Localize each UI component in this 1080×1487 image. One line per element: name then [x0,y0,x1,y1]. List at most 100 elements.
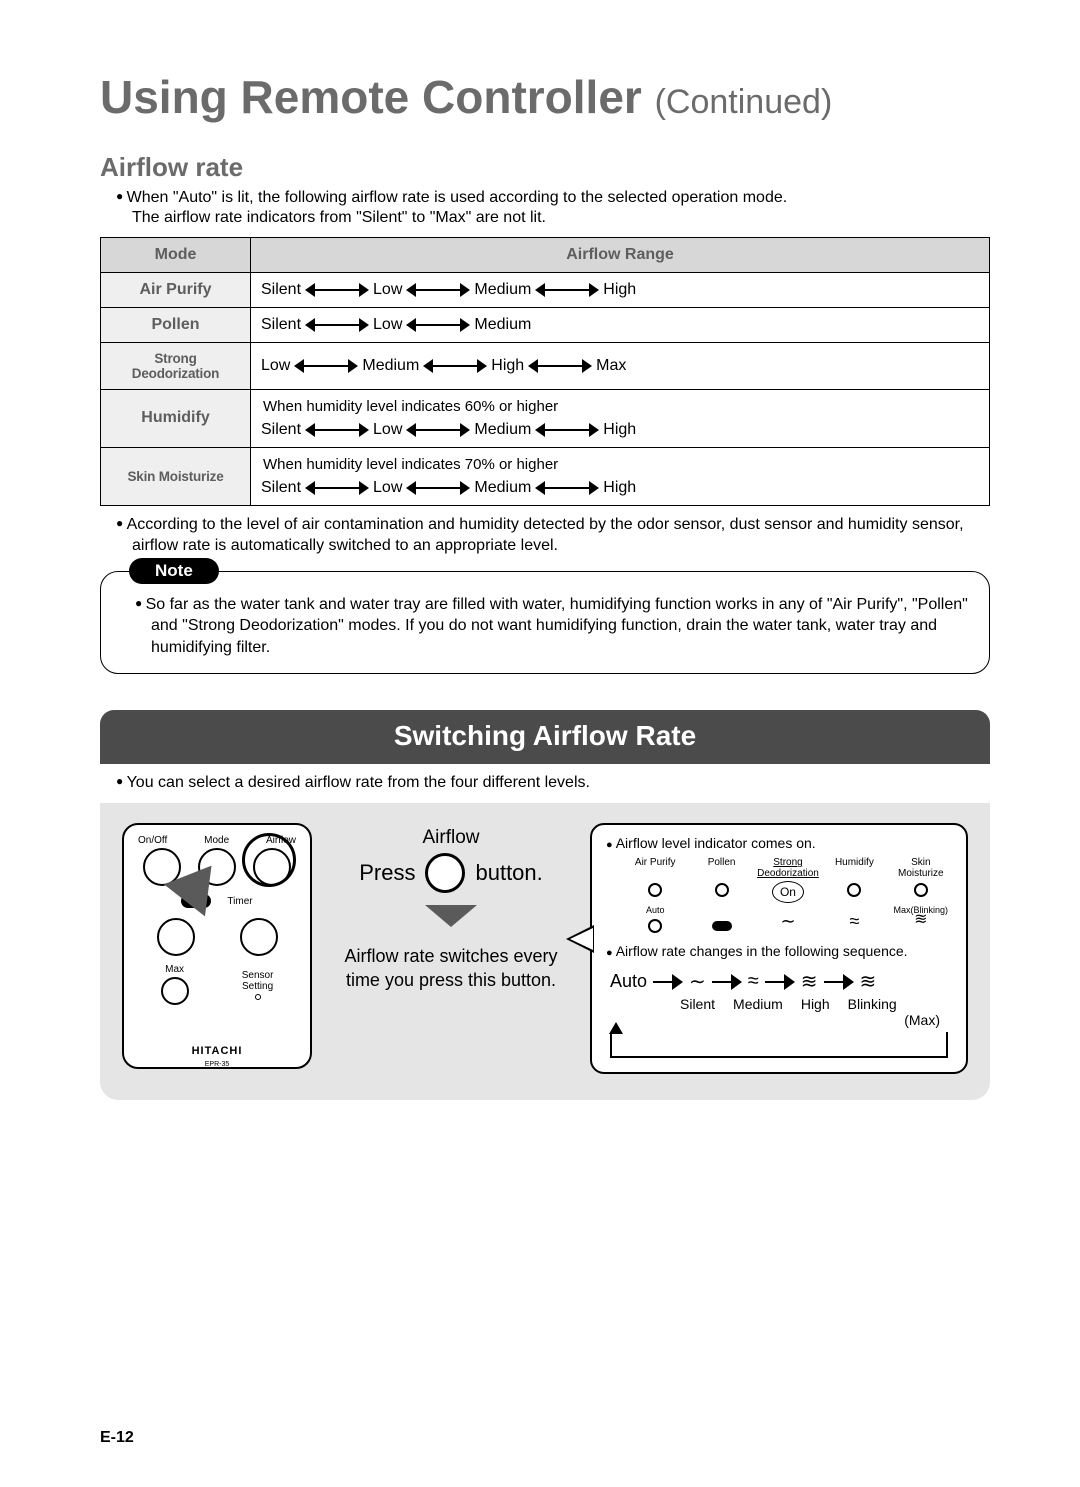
intro-bullet: When "Auto" is lit, the following airflo… [116,187,990,209]
level-label: Medium [474,316,531,334]
level-label: Medium [474,421,531,439]
seq-max: (Max) [606,1012,940,1028]
indicator-dot-icon [715,883,729,897]
level-label: Low [373,316,402,334]
remote-eco-button[interactable] [157,918,195,956]
callout-line-2: Airflow rate changes in the following se… [606,943,952,959]
airflow-mode-table: Mode Airflow Range Air Purify Silent Low Me… [100,237,990,506]
on-indicator: On [772,881,804,903]
below-table-bullet: According to the level of air contaminat… [116,514,990,557]
seq-blinking: Blinking [848,996,897,1012]
callout-tail-icon [566,925,594,953]
level-label: Low [373,479,402,497]
level-label: High [603,421,636,439]
instruction-panel: On/Off Mode Airflow eco Timer Max Sensor… [100,803,990,1100]
remote-illustration: On/Off Mode Airflow eco Timer Max Sensor… [122,823,312,1069]
row2-0: Auto [624,905,686,915]
right-arrow-icon [824,977,854,987]
double-arrow-icon [535,481,599,495]
level-label: Silent [261,479,301,497]
double-arrow-icon [294,359,358,373]
level-label: Low [373,281,402,299]
seq-silent: Silent [680,996,715,1012]
title-main: Using Remote Controller [100,71,642,123]
indicator-dot-icon [847,883,861,897]
ind-col-0: Air Purify [624,857,686,879]
level-label: Low [373,421,402,439]
loop-arrow-icon [610,1032,948,1058]
double-arrow-icon [406,481,470,495]
range-note: When humidity level indicates 60% or hig… [263,398,979,415]
th-range: Airflow Range [251,237,990,272]
eco-chip-icon [712,921,732,931]
level-label: High [603,479,636,497]
right-arrow-icon [653,977,683,987]
model-label: EPR-35 [124,1061,310,1068]
right-arrow-icon [765,977,795,987]
seq-auto: Auto [610,971,647,992]
range-cell: When humidity level indicates 70% or hig… [251,447,990,505]
remote-timer-button[interactable] [240,918,278,956]
level-label: Medium [474,281,531,299]
seq-wave1-icon: ∼ [689,969,706,994]
level-label: Silent [261,421,301,439]
triangle-down-icon [425,905,477,927]
remote-label-max: Max [165,964,184,975]
double-arrow-icon [305,423,369,437]
press-label: Press [359,860,415,886]
double-arrow-icon [305,481,369,495]
page-number: E-12 [100,1429,134,1447]
page-title: Using Remote Controller (Continued) [100,70,990,124]
level-label: High [491,357,524,375]
indicator-dot-icon [648,883,662,897]
level-label: Silent [261,316,301,334]
press-button-icon[interactable] [425,853,465,893]
indicator-grid: Air Purify Pollen Strong Deodorization H… [624,857,952,935]
double-arrow-icon [305,318,369,332]
level-label: Medium [362,357,419,375]
highlight-circle-icon [242,833,296,887]
note-box: Note So far as the water tank and water … [100,571,990,674]
sequence-labels: Silent Medium High Blinking [680,996,952,1012]
remote-label-sensor: Sensor Setting [242,970,274,992]
ind-col-4: Skin Moisturize [890,857,952,879]
double-arrow-icon [423,359,487,373]
remote-max-button[interactable] [161,977,189,1005]
brand-label: HITACHI [124,1045,310,1057]
range-cell: LowMediumHighMax [251,342,990,389]
remote-label-mode: Mode [204,835,229,846]
ind-col-3: Humidify [823,857,885,879]
button-label: button. [475,860,542,886]
note-badge: Note [129,558,219,584]
level-label: Medium [474,479,531,497]
mid-description: Airflow rate switches every time you pre… [336,945,566,992]
right-arrow-icon [712,977,742,987]
wave1-icon [757,917,819,935]
remote-label-timer: Timer [227,896,252,907]
mode-cell: Humidify [101,389,251,447]
mid-airflow-label: Airflow [422,827,479,849]
seq-wave3-icon: ≋ [801,969,818,994]
switching-heading: Switching Airflow Rate [100,710,990,764]
mode-cell: Skin Moisturize [101,447,251,505]
ind-col-2: Strong Deodorization [757,857,819,879]
level-label: Silent [261,281,301,299]
double-arrow-icon [406,318,470,332]
level-label: Max [596,357,626,375]
wave3-icon: ≋ [890,917,952,935]
seq-high: High [801,996,830,1012]
range-cell: Silent Low Medium [251,307,990,342]
sequence-row: Auto ∼ ≈ ≋ ≋ [610,969,952,994]
seq-wave4-icon: ≋ [860,969,877,994]
instruction-middle: Airflow Press button. Airflow rate switc… [336,823,566,992]
section-airflow-heading: Airflow rate [100,152,990,183]
note-text: So far as the water tank and water tray … [135,594,971,659]
double-arrow-icon [528,359,592,373]
ind-col-1: Pollen [690,857,752,879]
mode-cell: Pollen [101,307,251,342]
switch-intro: You can select a desired airflow rate fr… [116,772,990,794]
callout-line-1: Airflow level indicator comes on. [606,835,952,851]
double-arrow-icon [535,423,599,437]
mode-cell: Air Purify [101,272,251,307]
th-mode: Mode [101,237,251,272]
